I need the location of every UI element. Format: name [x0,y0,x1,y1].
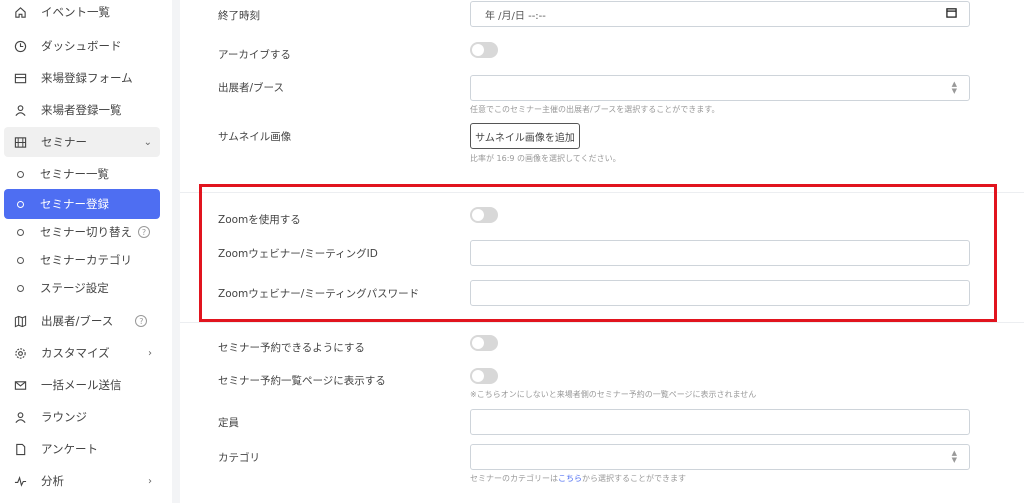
reservation-list-label: セミナー予約一覧ページに表示する [218,375,386,387]
end-time-label: 終了時刻 [218,10,260,22]
chevron-down-icon: ⌄ [143,136,152,148]
sidebar-item-label: 一括メール送信 [41,378,122,392]
sidebar-item-label: アンケート [41,442,99,456]
document-icon [13,442,27,456]
end-time-placeholder: 年 /月/日 --:-- [485,10,546,22]
sidebar-item-registration-form[interactable]: 来場登録フォーム [4,63,160,93]
sidebar-item-stage-settings[interactable]: ステージ設定 [4,273,160,303]
sidebar-item-dashboard[interactable]: ダッシュボード [4,31,160,61]
thumbnail-hint: 比率が 16:9 の画像を選択してください。 [470,154,621,163]
circle-bullet-icon [17,284,24,292]
film-icon [13,135,27,149]
user-icon [13,410,27,424]
reservation-list-hint: ※こちらオンにしないと来場者側のセミナー予約の一覧ページに表示されません [470,390,757,399]
calendar-icon[interactable] [946,7,957,21]
pulse-icon [13,474,27,488]
archive-label: アーカイブする [218,49,291,61]
archive-toggle[interactable] [470,42,498,58]
thumbnail-label: サムネイル画像 [218,131,292,143]
category-hint-text: セミナーのカテゴリーは [470,474,558,483]
chevron-right-icon: › [148,347,152,359]
sidebar-item-label: ラウンジ [41,410,87,424]
exhibitor-hint: 任意でこのセミナー主催の出展者/ブースを選択することができます。 [470,105,720,114]
sidebar-item-label: セミナー一覧 [40,167,109,181]
sidebar: イベント一覧 ダッシュボード 来場登録フォーム 来場者登録一覧 セミナー ⌄ セ… [0,0,172,503]
sidebar-item-label: 出展者/ブース [41,314,114,328]
section-divider [180,322,1024,323]
sidebar-item-label: セミナー [41,135,87,149]
reservation-label: セミナー予約できるようにする [218,342,365,354]
home-icon [13,5,27,19]
sidebar-item-label: セミナー登録 [40,197,109,211]
sidebar-item-label: イベント一覧 [41,5,110,19]
category-hint-text: から選択することができます [582,474,686,483]
circle-bullet-icon [17,200,24,208]
category-label: カテゴリ [218,452,260,464]
sidebar-item-survey[interactable]: アンケート [4,434,160,464]
circle-bullet-icon [17,256,24,264]
sidebar-item-customize[interactable]: カスタマイズ › [4,338,160,368]
capacity-label: 定員 [218,417,239,429]
sidebar-item-exhibitors[interactable]: 出展者/ブース ? [4,306,160,336]
sidebar-item-lounge[interactable]: ラウンジ [4,402,160,432]
exhibitor-label: 出展者/ブース [218,82,285,94]
capacity-input[interactable] [470,409,970,435]
exhibitor-select[interactable]: ▲ ▼ [470,75,970,101]
sidebar-item-event-list[interactable]: イベント一覧 [4,0,160,27]
sidebar-item-seminar-list[interactable]: セミナー一覧 [4,159,160,189]
end-time-input[interactable]: 年 /月/日 --:-- [470,1,970,27]
sidebar-item-seminar-switch[interactable]: セミナー切り替え ? [4,217,160,247]
circle-bullet-icon [17,170,24,178]
sidebar-item-label: 来場者登録一覧 [41,103,122,117]
sidebar-item-seminar-register[interactable]: セミナー登録 [4,189,160,219]
sidebar-item-label: 分析 [41,474,64,488]
reservation-list-toggle[interactable] [470,368,498,384]
category-select[interactable]: ▲ ▼ [470,444,970,470]
map-icon [13,314,27,328]
select-caret-icon: ▲ ▼ [951,80,957,95]
sidebar-item-analytics[interactable]: 分析 › [4,466,160,496]
sidebar-item-seminar[interactable]: セミナー ⌄ [4,127,160,157]
sidebar-item-bulk-mail[interactable]: 一括メール送信 [4,370,160,400]
sidebar-item-label: カスタマイズ [41,346,110,360]
sidebar-item-label: ダッシュボード [41,39,122,53]
gear-icon [13,346,27,360]
mail-icon [13,378,27,392]
sidebar-item-label: ステージ設定 [40,281,109,295]
reservation-toggle[interactable] [470,335,498,351]
category-hint: セミナーのカテゴリーはこちらから選択することができます [470,473,686,484]
add-thumbnail-button[interactable]: サムネイル画像を追加 [470,123,580,149]
sidebar-item-seminar-category[interactable]: セミナーカテゴリ [4,245,160,275]
help-icon[interactable]: ? [135,315,148,327]
sidebar-item-label: 来場登録フォーム [41,71,133,85]
sidebar-item-label: セミナー切り替え [40,225,132,239]
clock-icon [13,39,27,53]
circle-bullet-icon [17,228,24,236]
category-settings-link[interactable]: こちら [558,474,582,483]
sidebar-item-visitor-list[interactable]: 来場者登録一覧 [4,95,160,125]
form-icon [13,71,27,85]
select-caret-icon: ▲ ▼ [951,449,957,464]
chevron-right-icon: › [148,475,152,487]
help-icon[interactable]: ? [138,226,150,238]
user-icon [13,103,27,117]
zoom-settings-highlight [199,184,997,322]
sidebar-item-label: セミナーカテゴリ [40,253,132,267]
